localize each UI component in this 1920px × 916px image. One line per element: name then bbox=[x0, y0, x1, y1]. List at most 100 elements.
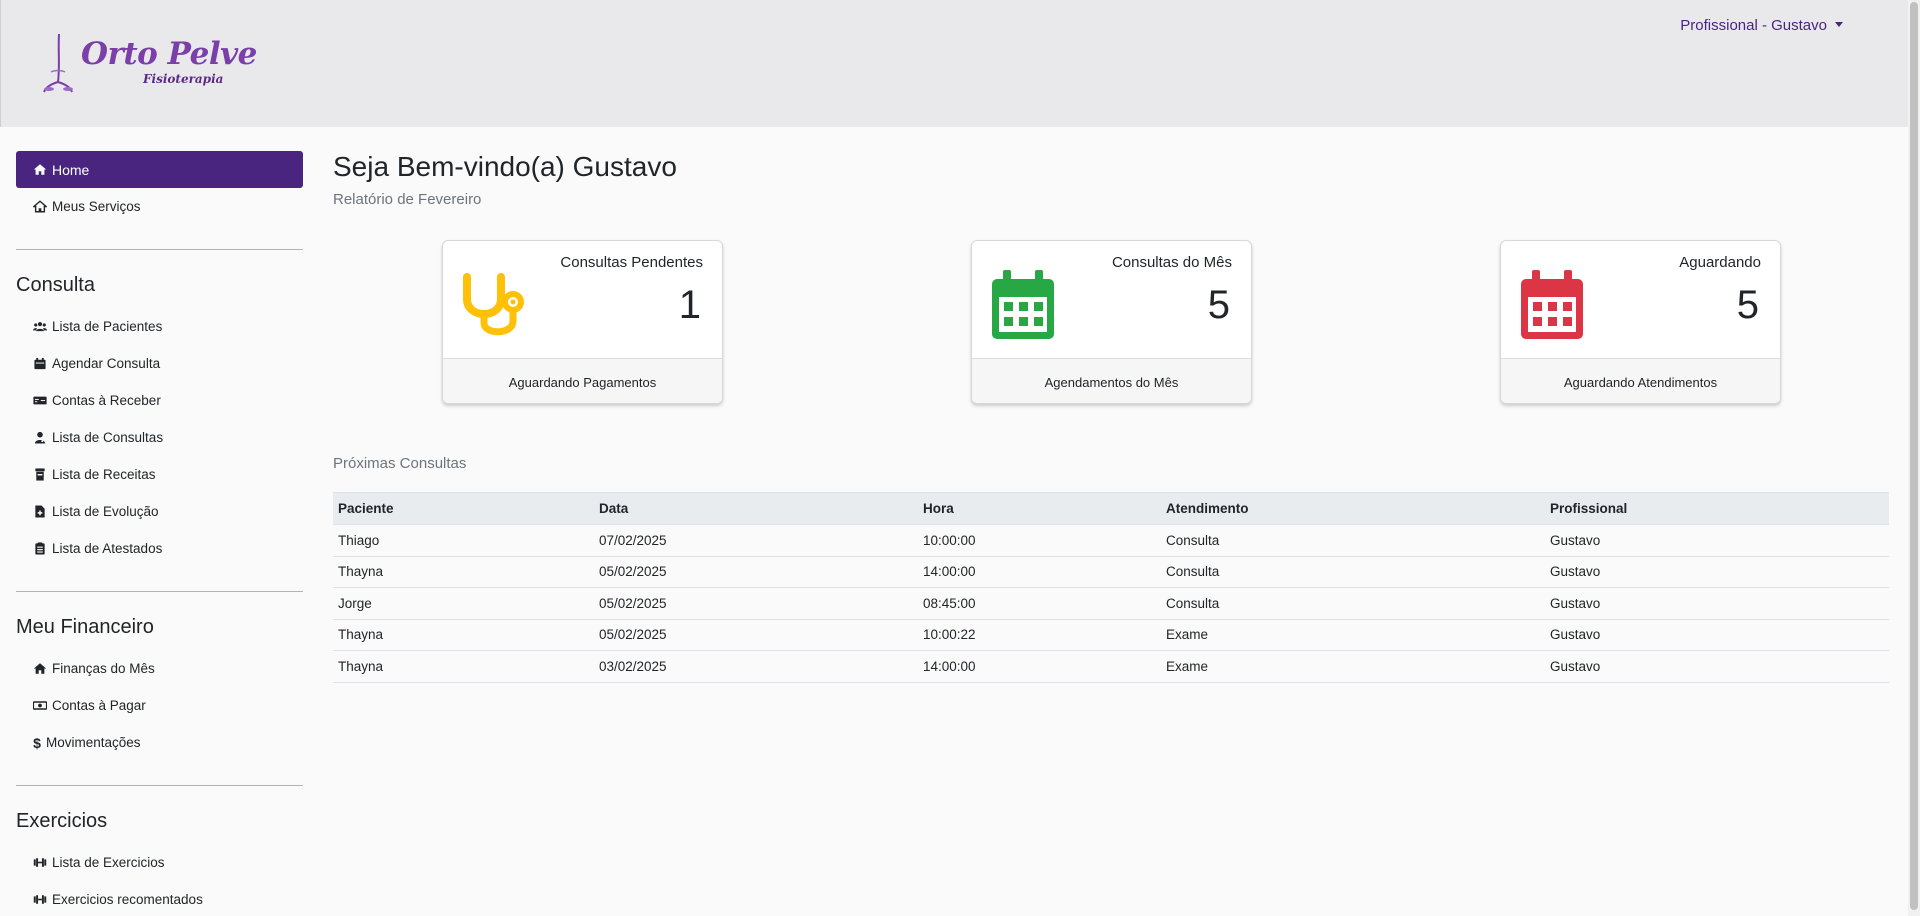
cell-profissional: Gustavo bbox=[1545, 524, 1889, 557]
cell-hora: 10:00:22 bbox=[918, 619, 1161, 651]
cell-paciente: Thayna bbox=[333, 650, 594, 683]
cell-data: 07/02/2025 bbox=[594, 524, 918, 557]
sidebar-item-label: Finanças do Mês bbox=[52, 661, 155, 676]
clipboard-list-icon bbox=[32, 542, 48, 556]
table-row: Jorge 05/02/2025 08:45:00 Consulta Gusta… bbox=[333, 587, 1889, 620]
stethoscope-icon bbox=[463, 273, 524, 336]
card-value: 5 bbox=[1736, 283, 1759, 327]
column-header-atendimento: Atendimento bbox=[1161, 492, 1545, 525]
sidebar-item-lista-receitas[interactable]: Lista de Receitas bbox=[16, 456, 303, 493]
caret-down-icon bbox=[1835, 22, 1843, 27]
calendar-icon bbox=[32, 357, 48, 371]
cell-profissional: Gustavo bbox=[1545, 587, 1889, 620]
cell-data: 05/02/2025 bbox=[594, 619, 918, 651]
column-header-profissional: Profissional bbox=[1545, 492, 1889, 525]
prescription-bottle-icon bbox=[32, 468, 48, 482]
cell-hora: 08:45:00 bbox=[918, 587, 1161, 620]
column-header-hora: Hora bbox=[918, 492, 1161, 525]
sidebar-item-lista-atestados[interactable]: Lista de Atestados bbox=[16, 530, 303, 567]
cell-hora: 10:00:00 bbox=[918, 524, 1161, 557]
cell-data: 05/02/2025 bbox=[594, 556, 918, 588]
card-footer: Aguardando Atendimentos bbox=[1501, 358, 1780, 403]
card-value: 5 bbox=[1207, 283, 1230, 327]
table-row: Thayna 05/02/2025 14:00:00 Consulta Gust… bbox=[333, 556, 1889, 588]
house-outline-icon bbox=[32, 200, 48, 214]
logo-subtitle: Fisioterapia bbox=[143, 72, 224, 86]
sidebar-item-movimentacoes[interactable]: $ Movimentações bbox=[16, 724, 303, 761]
sidebar-item-contas-pagar[interactable]: Contas à Pagar bbox=[16, 687, 303, 724]
cell-profissional: Gustavo bbox=[1545, 650, 1889, 683]
sidebar-item-contas-receber[interactable]: Contas à Receber bbox=[16, 382, 303, 419]
vertical-scrollbar[interactable] bbox=[1908, 0, 1920, 916]
card-aguardando: Aguardando 5 Aguardando Atendimentos bbox=[1500, 240, 1781, 404]
logo-title: Orto Pelve bbox=[81, 36, 257, 72]
cell-atendimento: Consulta bbox=[1161, 556, 1545, 588]
cell-paciente: Thiago bbox=[333, 524, 594, 557]
card-consultas-pendentes: Consultas Pendentes 1 Aguardando Pagamen… bbox=[442, 240, 723, 404]
home-icon bbox=[32, 163, 48, 177]
sidebar-item-label: Lista de Receitas bbox=[52, 467, 156, 482]
sidebar-item-home[interactable]: Home bbox=[16, 151, 303, 188]
column-header-paciente: Paciente bbox=[333, 492, 594, 525]
dumbbell-icon bbox=[32, 856, 48, 870]
sidebar-item-label: Agendar Consulta bbox=[52, 356, 161, 371]
sidebar-item-label: Contas à Receber bbox=[52, 393, 161, 408]
cell-atendimento: Consulta bbox=[1161, 524, 1545, 557]
card-footer: Aguardando Pagamentos bbox=[443, 358, 722, 403]
cell-atendimento: Exame bbox=[1161, 650, 1545, 683]
card-consultas-do-mes: Consultas do Mês 5 Agendamentos do Mês bbox=[971, 240, 1252, 404]
users-icon bbox=[32, 320, 48, 334]
cell-hora: 14:00:00 bbox=[918, 650, 1161, 683]
card-footer: Agendamentos do Mês bbox=[972, 358, 1251, 403]
cell-data: 03/02/2025 bbox=[594, 650, 918, 683]
card-value: 1 bbox=[678, 283, 701, 327]
page-subtitle: Relatório de Fevereiro bbox=[333, 191, 482, 208]
card-label: Aguardando bbox=[1679, 254, 1761, 271]
sidebar-item-exercicios-recomendados[interactable]: Exercicios recomentados bbox=[16, 881, 303, 916]
sidebar-item-label: Lista de Exercicios bbox=[52, 855, 165, 870]
sidebar-item-financas-mes[interactable]: Finanças do Mês bbox=[16, 650, 303, 687]
sidebar-item-label: Lista de Atestados bbox=[52, 541, 163, 556]
sidebar-item-lista-exercicios[interactable]: Lista de Exercicios bbox=[16, 844, 303, 881]
cell-atendimento: Consulta bbox=[1161, 587, 1545, 620]
logo-mark-icon bbox=[43, 33, 73, 93]
calendar-icon bbox=[992, 270, 1054, 339]
sidebar-item-label: Movimentações bbox=[46, 735, 141, 750]
user-menu-label: Profissional - Gustavo bbox=[1680, 17, 1827, 34]
sidebar-item-lista-pacientes[interactable]: Lista de Pacientes bbox=[16, 308, 303, 345]
money-check-icon bbox=[32, 394, 48, 408]
page-title: Seja Bem-vindo(a) Gustavo bbox=[333, 151, 677, 182]
user-doctor-icon bbox=[32, 431, 48, 445]
section-title-exercicios: Exercicios bbox=[16, 810, 108, 832]
sidebar-item-label: Lista de Consultas bbox=[52, 430, 164, 445]
top-navbar: Orto Pelve Fisioterapia Profissional - G… bbox=[0, 0, 1908, 127]
card-label: Consultas Pendentes bbox=[560, 254, 703, 271]
cell-data: 05/02/2025 bbox=[594, 587, 918, 620]
cell-profissional: Gustavo bbox=[1545, 556, 1889, 588]
main-content: Seja Bem-vindo(a) Gustavo Relatório de F… bbox=[333, 151, 1889, 683]
scrollbar-thumb[interactable] bbox=[1910, 2, 1918, 910]
sidebar-item-label: Meus Serviços bbox=[52, 199, 141, 214]
cell-paciente: Thayna bbox=[333, 556, 594, 588]
sidebar-divider bbox=[16, 785, 303, 786]
table-header-row: Paciente Data Hora Atendimento Profissio… bbox=[333, 492, 1889, 525]
sidebar-item-meus-servicos[interactable]: Meus Serviços bbox=[16, 188, 303, 225]
sidebar-item-label: Lista de Pacientes bbox=[52, 319, 163, 334]
upcoming-appointments-title: Próximas Consultas bbox=[333, 455, 467, 472]
cell-paciente: Jorge bbox=[333, 587, 594, 620]
column-header-data: Data bbox=[594, 492, 918, 525]
sidebar-item-lista-consultas[interactable]: Lista de Consultas bbox=[16, 419, 303, 456]
user-menu-dropdown[interactable]: Profissional - Gustavo bbox=[1680, 17, 1843, 34]
sidebar-divider bbox=[16, 591, 303, 592]
cell-profissional: Gustavo bbox=[1545, 619, 1889, 651]
cell-hora: 14:00:00 bbox=[918, 556, 1161, 588]
sidebar-item-lista-evolucao[interactable]: Lista de Evolução bbox=[16, 493, 303, 530]
calendar-icon bbox=[1521, 270, 1583, 339]
section-title-consulta: Consulta bbox=[16, 274, 95, 296]
sidebar: Home Meus Serviços Consulta Lista de Pac… bbox=[16, 151, 303, 916]
section-title-meu-financeiro: Meu Financeiro bbox=[16, 616, 154, 638]
logo[interactable]: Orto Pelve Fisioterapia bbox=[41, 30, 257, 100]
cell-paciente: Thayna bbox=[333, 619, 594, 651]
sidebar-item-agendar-consulta[interactable]: Agendar Consulta bbox=[16, 345, 303, 382]
sidebar-item-label: Home bbox=[52, 161, 90, 178]
